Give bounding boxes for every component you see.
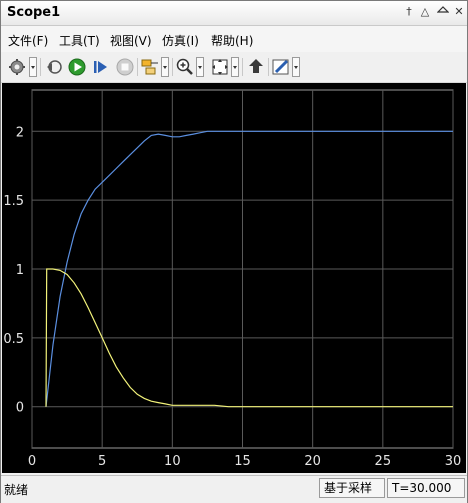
menu-help[interactable]: 帮助(H) [211, 32, 253, 49]
x-tick-label: 20 [304, 454, 321, 469]
menu-tools[interactable]: 工具(T) [59, 32, 100, 49]
edit-style-dropdown[interactable] [292, 57, 300, 77]
x-tick-label: 30 [445, 454, 462, 469]
toolbar-separator [172, 58, 173, 76]
edit-style-icon[interactable] [271, 57, 291, 77]
y-tick-label: 2 [16, 125, 24, 140]
toolbar [1, 52, 467, 83]
run-icon[interactable] [67, 57, 87, 77]
status-ready: 就绪 [4, 483, 29, 497]
step-forward-icon[interactable] [91, 57, 111, 77]
toolbar-separator [137, 58, 138, 76]
x-tick-label: 25 [375, 454, 392, 469]
stop-icon[interactable] [115, 57, 135, 77]
fit-axes-icon[interactable] [210, 57, 230, 77]
x-tick-label: 5 [98, 454, 106, 469]
x-tick-label: 0 [28, 454, 36, 469]
maximize-icon[interactable] [435, 4, 451, 20]
signal-select-dropdown[interactable] [161, 57, 169, 77]
scope-plot[interactable]: 0 5 10 15 20 25 30 0 0.5 1 1.5 2 [2, 83, 466, 473]
minimize-icon[interactable]: △ [417, 4, 433, 20]
menu-bar: 文件(F) 工具(T) 视图(V) 仿真(I) 帮助(H) [1, 26, 467, 52]
restore-icon[interactable] [44, 57, 64, 77]
toolbar-separator [268, 58, 269, 76]
menu-view[interactable]: 视图(V) [110, 32, 152, 49]
title-bar[interactable]: Scope1 † △ ✕ [1, 1, 467, 26]
scope-window: Scope1 † △ ✕ 文件(F) 工具(T) 视图(V) 仿真(I) 帮助(… [0, 0, 468, 503]
scope-chart: 0 5 10 15 20 25 30 0 0.5 1 1.5 2 [3, 89, 462, 469]
menu-file[interactable]: 文件(F) [8, 32, 48, 49]
y-tick-label: 0 [16, 401, 24, 416]
close-icon[interactable]: ✕ [451, 4, 467, 20]
x-tick-label: 15 [234, 454, 251, 469]
zoom-dropdown[interactable] [196, 57, 204, 77]
highlight-block-icon[interactable] [246, 57, 266, 77]
settings-gear-icon[interactable] [7, 57, 27, 77]
signal-select-icon[interactable] [140, 57, 160, 77]
y-tick-label: 0.5 [3, 332, 24, 347]
x-tick-label: 10 [164, 454, 181, 469]
window-title: Scope1 [7, 5, 61, 20]
settings-dropdown[interactable] [29, 57, 37, 77]
toolbar-separator [40, 58, 41, 76]
y-tick-label: 1.5 [3, 194, 24, 209]
status-sample-mode: 基于采样 [319, 478, 385, 498]
status-time: T=30.000 [387, 478, 465, 498]
status-bar: 就绪 基于采样 T=30.000 [1, 475, 467, 503]
toolbar-separator [242, 58, 243, 76]
y-tick-label: 1 [16, 263, 24, 278]
fit-axes-dropdown[interactable] [231, 57, 239, 77]
zoom-in-icon[interactable] [175, 57, 195, 77]
pin-icon[interactable]: † [401, 4, 417, 20]
menu-simulation[interactable]: 仿真(I) [162, 32, 199, 49]
